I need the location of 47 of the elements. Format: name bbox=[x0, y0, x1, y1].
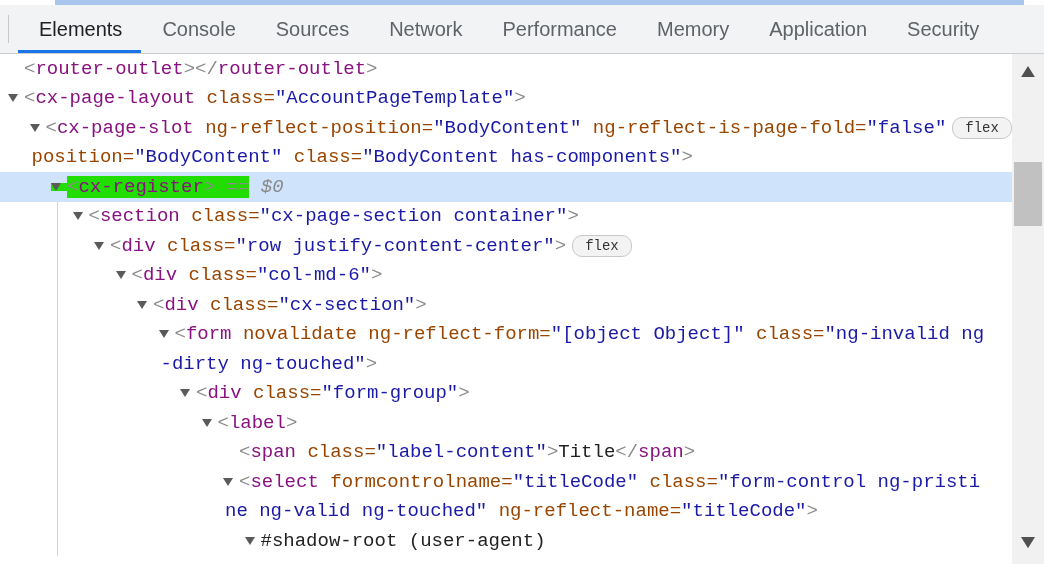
expand-arrow-icon[interactable] bbox=[72, 212, 83, 221]
code-line[interactable]: <div class="row justify-content-center"> bbox=[110, 234, 567, 257]
tree-row[interactable]: <cx-page-slot ng-reflect-position="BodyContent" ng-reflect-is-page-fold="false" flex bbox=[0, 113, 1012, 143]
scroll-down-icon[interactable] bbox=[1021, 536, 1035, 548]
expand-arrow-icon[interactable] bbox=[51, 182, 61, 191]
expand-arrow-icon[interactable] bbox=[29, 123, 40, 132]
tab[interactable]: Memory bbox=[636, 5, 749, 53]
expand-arrow-icon[interactable] bbox=[244, 536, 255, 545]
expand-arrow-icon[interactable] bbox=[158, 330, 169, 339]
expand-arrow-icon[interactable] bbox=[180, 389, 190, 398]
search-highlight[interactable]: <cx-register> == bbox=[67, 175, 250, 198]
code-line[interactable]: <cx-page-slot ng-reflect-position="BodyContent" ng-reflect-is-page-fold="false" bbox=[45, 116, 947, 139]
code-line[interactable]: <router-outlet></router-outlet> bbox=[24, 57, 378, 80]
expand-arrow-icon[interactable] bbox=[8, 94, 18, 103]
expand-arrow-icon[interactable] bbox=[94, 241, 104, 250]
flex-badge[interactable]: flex bbox=[952, 116, 1012, 139]
tab[interactable]: Network bbox=[368, 5, 482, 53]
scrollbar[interactable] bbox=[1012, 54, 1044, 564]
tab[interactable]: Console bbox=[141, 5, 255, 53]
scroll-up-icon[interactable] bbox=[1021, 66, 1035, 78]
tab[interactable]: Sources bbox=[254, 5, 369, 53]
tree-row[interactable]: <router-outlet></router-outlet> bbox=[0, 54, 1012, 84]
code-line[interactable]: <div class="form-group"> bbox=[196, 382, 470, 405]
tab[interactable]: Security bbox=[886, 5, 999, 53]
tab[interactable]: Elements bbox=[18, 5, 142, 53]
expand-arrow-icon[interactable] bbox=[137, 300, 147, 309]
tree-row[interactable]: <cx-page-layout class="AccountPageTemplate"> bbox=[0, 83, 1012, 113]
code-line[interactable]: <span class="label-content">Title</span> bbox=[239, 441, 696, 464]
code-line[interactable]: -dirty ng-touched"> bbox=[160, 352, 378, 375]
expand-arrow-icon[interactable] bbox=[201, 418, 212, 427]
code-line[interactable]: <form novalidate ng-reflect-form="[object Object]" class="ng-invalid ng bbox=[174, 323, 985, 346]
tab[interactable]: Application bbox=[748, 5, 887, 53]
flex-badge[interactable]: flex bbox=[572, 234, 632, 257]
expand-arrow-icon[interactable] bbox=[115, 271, 126, 280]
code-line[interactable]: <div class="col-md-6"> bbox=[131, 264, 383, 287]
code-line[interactable]: ne ng-valid ng-touched" ng-reflect-name="titleCode"> bbox=[225, 500, 818, 523]
scroll-thumb[interactable] bbox=[1014, 162, 1042, 227]
code-line[interactable]: <select formcontrolname="titleCode" class="form-control ng-pristi bbox=[239, 470, 981, 493]
code-line[interactable]: <div class="cx-section"> bbox=[153, 293, 427, 316]
tab[interactable]: Performance bbox=[481, 5, 636, 53]
code-line[interactable]: <section class="cx-page-section container"> bbox=[88, 205, 579, 228]
expand-arrow-icon[interactable] bbox=[223, 477, 233, 486]
code-line[interactable]: #shadow-root (user-agent) bbox=[260, 529, 546, 552]
code-line[interactable]: <cx-page-layout class="AccountPageTemplate"> bbox=[24, 87, 526, 110]
code-line[interactable]: <label> bbox=[217, 411, 298, 434]
tree-row[interactable]: <cx-register> == $0 bbox=[0, 172, 1012, 202]
code-line[interactable]: position="BodyContent" class="BodyContent has-components"> bbox=[31, 146, 693, 169]
